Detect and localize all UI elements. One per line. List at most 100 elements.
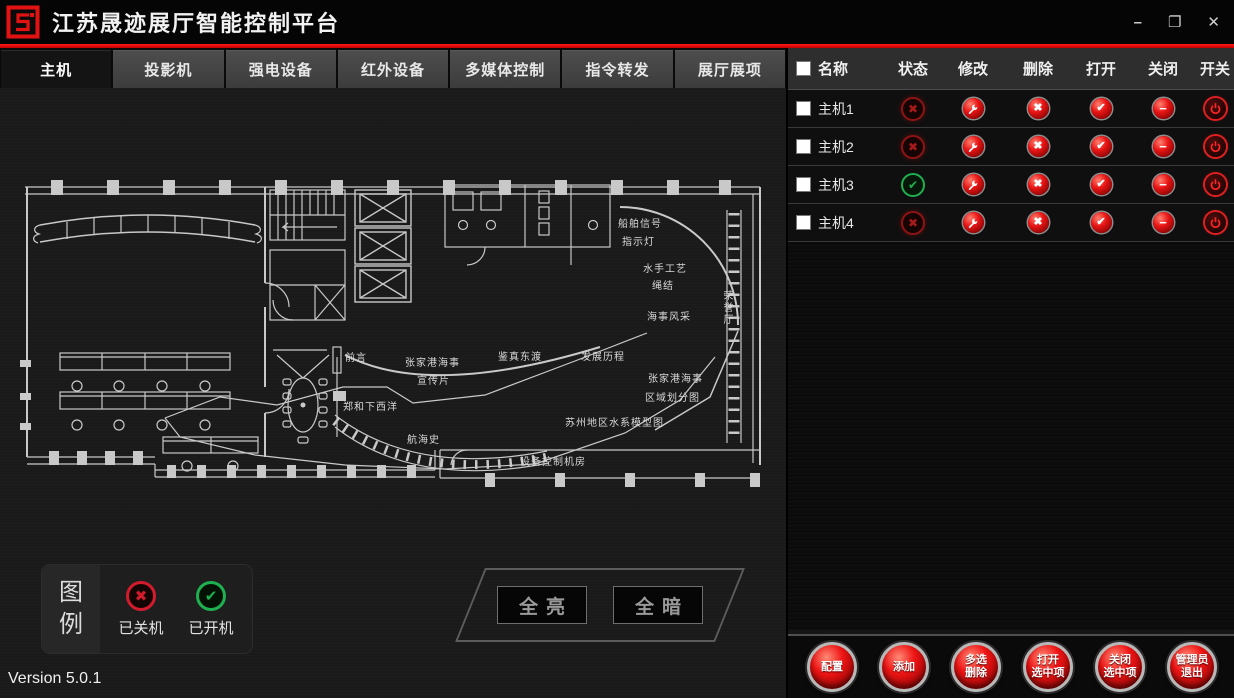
delete-button[interactable]: ✖ [1028, 174, 1049, 195]
floorplan-room-label: 宣传片 [417, 372, 450, 387]
row-checkbox[interactable] [797, 216, 810, 229]
power-button[interactable] [1205, 174, 1226, 195]
wrench-icon [967, 103, 979, 115]
maximize-button[interactable]: ❐ [1168, 15, 1181, 30]
app-title: 江苏晟迹展厅智能控制平台 [52, 6, 340, 38]
row-checkbox[interactable] [797, 140, 810, 153]
application-window: 江苏晟迹展厅智能控制平台 – ❐ ✕ 主机 投影机 强电设备 红外设备 [0, 0, 1234, 698]
x-icon: ✖ [1033, 179, 1042, 190]
legend-item: 已开机 [188, 581, 233, 638]
open-button[interactable]: ✔ [1091, 98, 1112, 119]
wrench-icon [967, 179, 979, 191]
tab-multimedia-control[interactable]: 多媒体控制 [450, 50, 560, 88]
status-icon [901, 97, 925, 121]
row-name: 主机2 [818, 137, 886, 157]
all-bright-button[interactable]: 全亮 [497, 586, 587, 624]
floorplan-room-label: 海事风采 [647, 308, 691, 323]
power-button[interactable] [1205, 136, 1226, 157]
delete-button[interactable]: ✖ [1028, 212, 1049, 233]
floorplan-room-label: 荣誉厅 [719, 290, 734, 326]
row-checkbox[interactable] [797, 102, 810, 115]
delete-button[interactable]: ✖ [1028, 98, 1049, 119]
legend-status-icon [196, 581, 226, 611]
tab-exhibits[interactable]: 展厅展项 [675, 50, 785, 88]
tab-label: 指令转发 [586, 59, 650, 80]
floorplan-room-label: 前言 [345, 349, 367, 364]
row-checkbox[interactable] [797, 178, 810, 191]
tab-bar: 主机 投影机 强电设备 红外设备 多媒体控制 指令转发 展厅展项 [0, 48, 786, 88]
row-name: 主机3 [818, 175, 886, 195]
floorplan-room-label: 区域划分图 [645, 389, 700, 404]
close-button[interactable]: ✕ [1207, 15, 1220, 30]
tab-power-equipment[interactable]: 强电设备 [226, 50, 336, 88]
modify-button[interactable] [963, 212, 984, 233]
minimize-button[interactable]: – [1134, 15, 1142, 30]
row-name: 主机4 [818, 213, 886, 233]
table-row: 主机4 ✖ ✔ − [788, 204, 1234, 242]
tab-infrared-equipment[interactable]: 红外设备 [338, 50, 448, 88]
check-icon: ✔ [1096, 141, 1105, 152]
tab-label: 强电设备 [249, 59, 313, 80]
header-power: 开关 [1194, 58, 1234, 79]
close-button[interactable]: − [1153, 174, 1174, 195]
header-status: 状态 [886, 58, 940, 79]
table-row: 主机3 ✖ ✔ − [788, 166, 1234, 204]
open-button[interactable]: ✔ [1091, 136, 1112, 157]
floorplan-room-label: 船舶信号 [618, 215, 662, 230]
power-icon [1209, 178, 1222, 191]
company-logo-icon [6, 5, 40, 39]
check-icon: ✔ [1096, 179, 1105, 190]
close-button[interactable]: − [1153, 136, 1174, 157]
row-name: 主机1 [818, 99, 886, 119]
floorplan-room-label: 苏州地区水系模型图 [565, 414, 664, 429]
admin-logout-button[interactable]: 管理员 退出 [1167, 642, 1217, 692]
multi-delete-button[interactable]: 多选 删除 [951, 642, 1001, 692]
x-icon: ✖ [1033, 103, 1042, 114]
delete-button[interactable]: ✖ [1028, 136, 1049, 157]
floorplan-area: 船舶信号 指示灯 水手工艺 绳结 海事风采 荣誉厅 前言 张家港海事 宣传片 鉴… [0, 88, 786, 698]
modify-button[interactable] [963, 174, 984, 195]
action-button-bar: 配置 添加 多选 删除 打开 选中项 [788, 634, 1234, 698]
all-dark-button[interactable]: 全暗 [613, 586, 703, 624]
close-selected-button[interactable]: 关闭 选中项 [1095, 642, 1145, 692]
minus-icon: − [1159, 102, 1167, 115]
legend-box: 图 例 已关机 已开机 [42, 565, 252, 653]
check-icon: ✔ [1096, 103, 1105, 114]
wrench-icon [967, 217, 979, 229]
status-icon [901, 135, 925, 159]
power-button[interactable] [1205, 98, 1226, 119]
tab-projector[interactable]: 投影机 [113, 50, 223, 88]
tab-host[interactable]: 主机 [1, 50, 111, 88]
floorplan-room-label: 发展历程 [581, 348, 625, 363]
power-icon [1209, 140, 1222, 153]
tab-label: 多媒体控制 [465, 59, 545, 80]
floorplan-drawing: 船舶信号 指示灯 水手工艺 绳结 海事风采 荣誉厅 前言 张家港海事 宣传片 鉴… [15, 165, 775, 495]
legend-label: 已关机 [118, 617, 163, 638]
legend-title: 图 例 [42, 565, 100, 653]
status-icon [901, 173, 925, 197]
floorplan-room-label: 指示灯 [622, 233, 655, 248]
minus-icon: − [1159, 140, 1167, 153]
tab-command-forward[interactable]: 指令转发 [562, 50, 672, 88]
table-header: 名称 状态 修改 删除 打开 关闭 开关 [788, 48, 1234, 90]
power-button[interactable] [1205, 212, 1226, 233]
open-button[interactable]: ✔ [1091, 212, 1112, 233]
close-button[interactable]: − [1153, 98, 1174, 119]
window-controls: – ❐ ✕ [1134, 0, 1220, 44]
select-all-checkbox[interactable] [797, 62, 810, 75]
open-button[interactable]: ✔ [1091, 174, 1112, 195]
tab-label: 展厅展项 [698, 59, 762, 80]
title-bar: 江苏晟迹展厅智能控制平台 – ❐ ✕ [0, 0, 1234, 44]
open-selected-button[interactable]: 打开 选中项 [1023, 642, 1073, 692]
header-delete: 删除 [1006, 58, 1070, 79]
floorplan-room-label: 设备控制机房 [520, 453, 586, 468]
add-button[interactable]: 添加 [879, 642, 929, 692]
x-icon: ✖ [1033, 217, 1042, 228]
floorplan-room-label: 张家港海事 [648, 370, 703, 385]
close-button[interactable]: − [1153, 212, 1174, 233]
config-button[interactable]: 配置 [807, 642, 857, 692]
modify-button[interactable] [963, 136, 984, 157]
status-icon [901, 211, 925, 235]
modify-button[interactable] [963, 98, 984, 119]
device-list-panel: 名称 状态 修改 删除 打开 关闭 开关 主机1 [786, 48, 1234, 698]
